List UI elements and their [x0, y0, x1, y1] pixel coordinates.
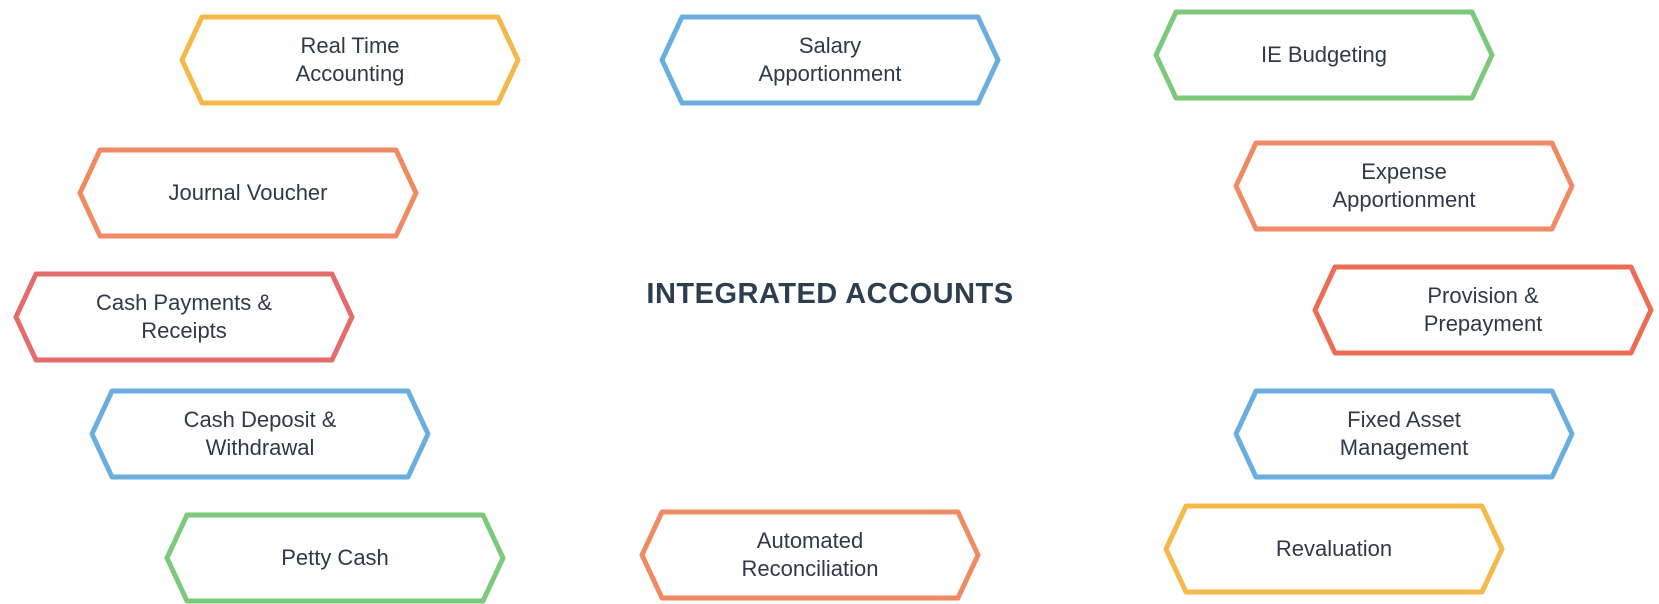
node-ie-budgeting: IE Budgeting	[1153, 9, 1495, 101]
node-label: Journal Voucher	[168, 180, 328, 205]
node-salary-apportionment: Salary Apportionment	[659, 14, 1001, 106]
node-petty-cash: Petty Cash	[164, 512, 506, 604]
node-label: Cash Payments & Receipts	[95, 290, 273, 343]
node-journal-voucher: Journal Voucher	[77, 147, 419, 239]
node-label: Provision & Prepayment	[1423, 283, 1543, 336]
diagram-title: INTEGRATED ACCOUNTS	[646, 278, 1014, 310]
node-label: Real Time Accounting	[295, 33, 405, 86]
node-label: Revaluation	[1275, 536, 1393, 561]
node-label: Automated Reconciliation	[741, 528, 879, 581]
node-label: Petty Cash	[281, 545, 389, 570]
node-fixed-asset-management: Fixed Asset Management	[1233, 388, 1575, 480]
node-label: Expense Apportionment	[1332, 159, 1476, 212]
node-provision-prepayment: Provision & Prepayment	[1312, 264, 1654, 356]
node-expense-apportionment: Expense Apportionment	[1233, 140, 1575, 232]
node-cash-payments-receipts: Cash Payments & Receipts	[13, 271, 355, 363]
node-label: Cash Deposit & Withdrawal	[183, 407, 337, 460]
node-label: IE Budgeting	[1261, 42, 1387, 67]
node-label: Salary Apportionment	[758, 33, 902, 86]
diagram-canvas: INTEGRATED ACCOUNTS Real Time Accounting…	[0, 0, 1659, 604]
node-revaluation: Revaluation	[1163, 503, 1505, 595]
node-automated-reconciliation: Automated Reconciliation	[639, 509, 981, 601]
node-cash-deposit-withdrawal: Cash Deposit & Withdrawal	[89, 388, 431, 480]
node-real-time-accounting: Real Time Accounting	[179, 14, 521, 106]
node-label: Fixed Asset Management	[1339, 407, 1469, 460]
